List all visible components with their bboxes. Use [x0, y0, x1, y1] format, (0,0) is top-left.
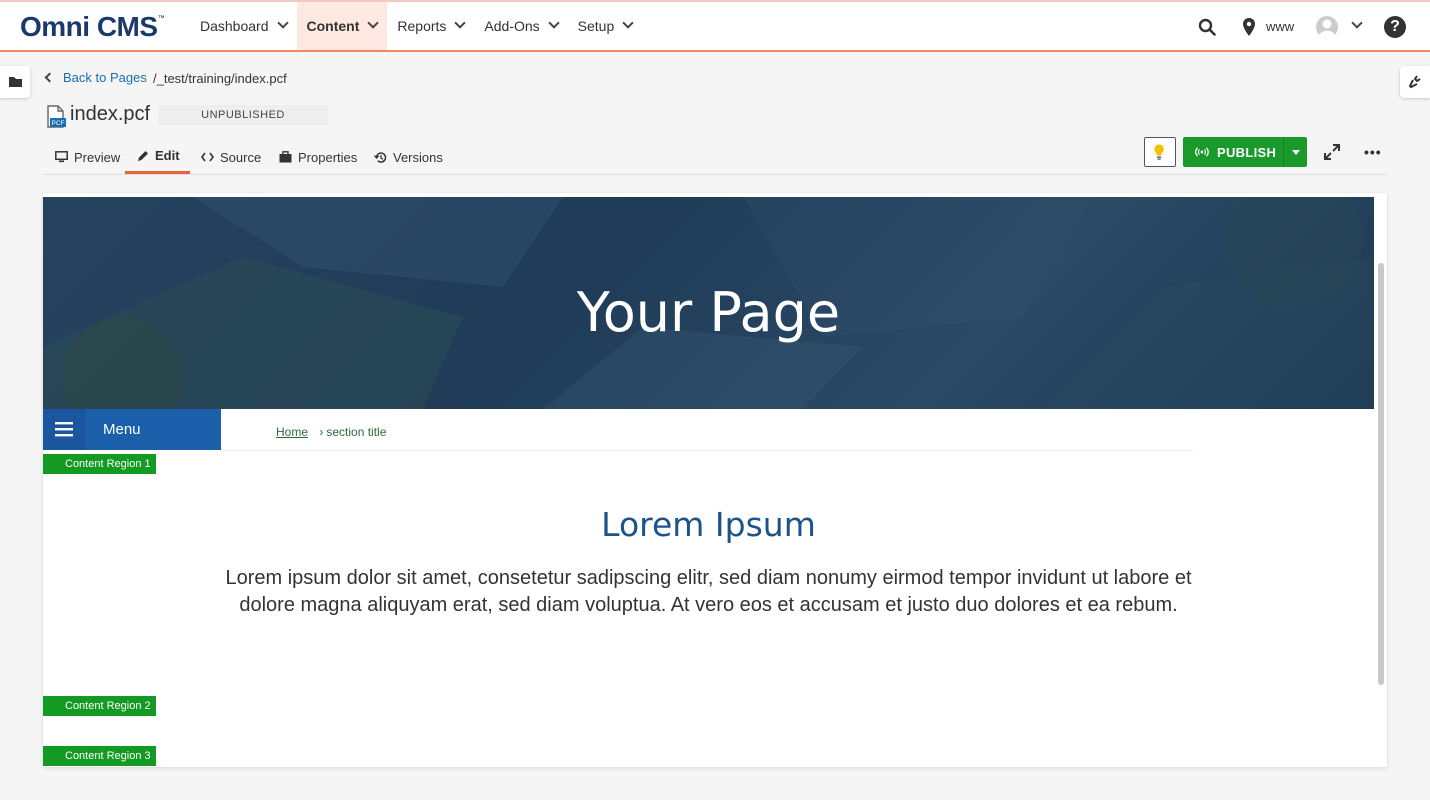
tab-edit[interactable]: Edit — [125, 140, 190, 174]
chevron-down-icon — [622, 17, 634, 29]
back-to-pages-link[interactable]: Back to Pages — [44, 70, 147, 85]
breadcrumb-section: section title — [326, 425, 387, 439]
tab-preview[interactable]: Preview — [55, 140, 120, 174]
publish-button[interactable]: PUBLISH — [1183, 137, 1283, 167]
history-icon — [374, 151, 387, 163]
menu-label: Menu — [103, 421, 141, 438]
more-options-icon[interactable]: ••• — [1364, 144, 1382, 160]
page-editor-frame: Your Page Menu Home › section title Conte… — [43, 193, 1387, 767]
tab-source[interactable]: Source — [201, 140, 261, 174]
nav-label: Reports — [397, 18, 447, 34]
hero-banner: Your Page — [43, 197, 1374, 409]
plug-icon — [1408, 75, 1421, 89]
nav-label: Dashboard — [200, 18, 269, 34]
hamburger-menu-button[interactable] — [43, 409, 85, 450]
publish-options-button[interactable] — [1283, 137, 1307, 167]
pencil-icon — [138, 150, 148, 161]
nav-content[interactable]: Content — [296, 2, 388, 50]
nav-label: Content — [306, 18, 360, 34]
breadcrumb-separator: › — [319, 425, 324, 439]
tab-label: Source — [220, 149, 262, 165]
content-body: Lorem ipsum dolor sit amet, consetetur s… — [225, 567, 1192, 616]
monitor-icon — [55, 151, 68, 163]
lightbulb-icon — [1154, 144, 1164, 160]
chevron-down-icon — [454, 17, 467, 29]
code-icon — [201, 152, 214, 162]
publish-label: PUBLISH — [1217, 144, 1277, 160]
tab-label: Versions — [393, 149, 443, 165]
site-menu-bar[interactable]: Menu — [43, 409, 221, 450]
breadcrumb-home-link[interactable]: Home — [276, 425, 308, 439]
top-navigation: Omni CMS™ Dashboard Content Reports Add-… — [0, 0, 1430, 52]
chevron-down-icon — [367, 17, 380, 29]
tab-properties[interactable]: Properties — [279, 140, 357, 174]
page-breadcrumb: Home › section title — [276, 425, 386, 439]
content-heading: Lorem Ipsum — [601, 505, 816, 544]
folder-icon — [9, 77, 22, 87]
content-region-3-button[interactable]: Content Region 3 — [43, 746, 156, 766]
nav-dashboard[interactable]: Dashboard — [190, 2, 297, 50]
tab-label: Edit — [155, 148, 180, 163]
pcf-tag: PCF — [52, 120, 65, 127]
nav-setup[interactable]: Setup — [568, 2, 643, 50]
tab-label: Preview — [74, 149, 121, 165]
search-icon[interactable] — [1198, 18, 1216, 36]
hints-button[interactable] — [1144, 137, 1176, 167]
nav-add-ons[interactable]: Add-Ons — [474, 2, 567, 50]
logo-trademark: ™ — [157, 15, 165, 22]
help-icon[interactable]: ? — [1384, 16, 1406, 38]
chevron-down-icon — [548, 17, 560, 29]
nav-label: Add-Ons — [484, 18, 540, 34]
frame-scrollbar[interactable] — [1378, 263, 1384, 685]
briefcase-icon — [279, 151, 292, 163]
breadcrumb-divider — [221, 450, 1193, 451]
expand-icon[interactable] — [1323, 143, 1341, 161]
hero-title: Your Page — [576, 281, 841, 344]
chevron-left-icon — [44, 72, 55, 83]
status-badge: UNPUBLISHED — [158, 105, 328, 125]
tab-label: Properties — [298, 149, 358, 165]
main-nav: Dashboard Content Reports Add-Ons Setup — [190, 2, 642, 50]
omni-cms-logo[interactable]: Omni CMS™ — [20, 11, 165, 43]
nav-reports[interactable]: Reports — [387, 2, 474, 50]
logo-text: Omni CMS — [20, 11, 158, 42]
publish-button-group: PUBLISH — [1183, 137, 1307, 167]
file-path: /_test/training/index.pcf — [153, 71, 287, 86]
nav-label: Setup — [577, 18, 615, 34]
back-label: Back to Pages — [63, 70, 147, 85]
tab-versions[interactable]: Versions — [374, 140, 443, 174]
file-name: index.pcf — [70, 103, 151, 125]
chevron-down-icon[interactable] — [1351, 17, 1363, 29]
pcf-file-icon: PCF — [47, 105, 66, 128]
gadgets-toggle[interactable] — [1400, 66, 1430, 98]
user-icon — [1318, 19, 1336, 38]
file-browser-toggle[interactable] — [0, 66, 30, 98]
site-label[interactable]: www — [1266, 19, 1294, 34]
content-region-2-button[interactable]: Content Region 2 — [43, 696, 156, 716]
broadcast-icon — [1195, 147, 1209, 157]
location-pin-icon[interactable] — [1242, 18, 1256, 36]
hamburger-icon — [55, 422, 73, 437]
user-avatar[interactable] — [1316, 16, 1338, 38]
content-region-1-button[interactable]: Content Region 1 — [43, 454, 156, 474]
chevron-down-icon — [276, 17, 289, 29]
caret-down-icon — [1292, 150, 1300, 155]
